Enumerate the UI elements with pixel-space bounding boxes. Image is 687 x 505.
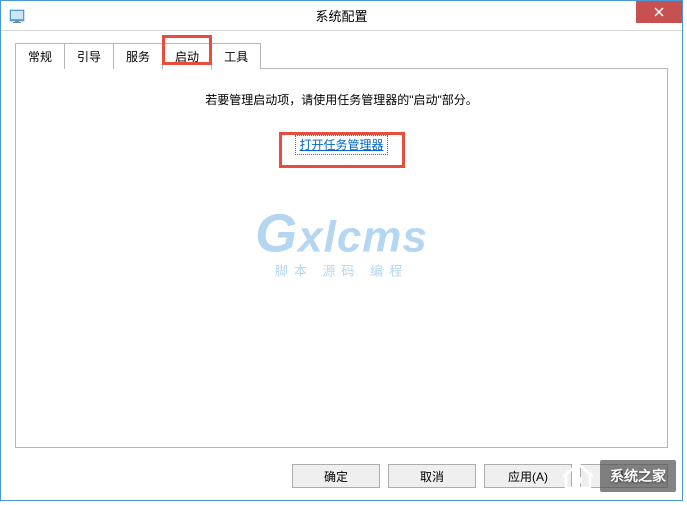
titlebar: 系统配置 bbox=[1, 1, 682, 31]
link-wrapper: 打开任务管理器 bbox=[295, 136, 387, 154]
tab-boot[interactable]: 引导 bbox=[64, 43, 114, 69]
ok-button[interactable]: 确定 bbox=[292, 464, 380, 488]
house-icon bbox=[560, 458, 596, 494]
close-button[interactable] bbox=[636, 1, 682, 23]
tab-startup[interactable]: 启动 bbox=[162, 43, 212, 70]
tab-general[interactable]: 常规 bbox=[15, 43, 65, 69]
window-title: 系统配置 bbox=[315, 6, 367, 25]
system-config-window: 系统配置 常规 引导 服务 启动 工具 若要管理启动项，请使用任务管理器的"启动… bbox=[0, 0, 683, 501]
tab-bar: 常规 引导 服务 启动 工具 bbox=[15, 43, 668, 69]
tab-panel-startup: 若要管理启动项，请使用任务管理器的"启动"部分。 打开任务管理器 bbox=[15, 68, 668, 448]
content-area: 常规 引导 服务 启动 工具 若要管理启动项，请使用任务管理器的"启动"部分。 … bbox=[1, 31, 682, 450]
instruction-text: 若要管理启动项，请使用任务管理器的"启动"部分。 bbox=[16, 91, 667, 108]
overlay-brand-badge: 系统之家 bbox=[560, 458, 676, 494]
open-task-manager-link[interactable]: 打开任务管理器 bbox=[295, 135, 387, 155]
panel-content: 若要管理启动项，请使用任务管理器的"启动"部分。 打开任务管理器 bbox=[16, 69, 667, 154]
app-icon bbox=[9, 8, 25, 24]
close-icon bbox=[654, 7, 664, 17]
overlay-brand-text: 系统之家 bbox=[600, 460, 676, 492]
tab-tools[interactable]: 工具 bbox=[211, 43, 261, 69]
cancel-button[interactable]: 取消 bbox=[388, 464, 476, 488]
apply-button[interactable]: 应用(A) bbox=[484, 464, 572, 488]
tab-services[interactable]: 服务 bbox=[113, 43, 163, 69]
